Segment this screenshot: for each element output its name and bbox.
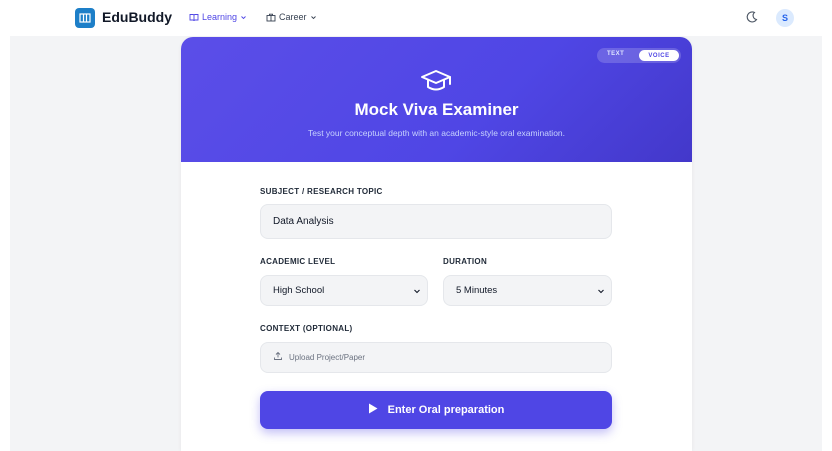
enter-oral-preparation-button[interactable]: Enter Oral preparation bbox=[260, 391, 612, 429]
play-icon bbox=[368, 403, 378, 417]
edubuddy-logo-icon[interactable] bbox=[75, 8, 95, 28]
page-subtitle: Test your conceptual depth with an acade… bbox=[307, 128, 566, 138]
briefcase-icon bbox=[266, 13, 276, 22]
upload-label: Upload Project/Paper bbox=[289, 353, 366, 362]
chevron-down-icon bbox=[310, 14, 317, 21]
context-label: CONTEXT (OPTIONAL) bbox=[260, 324, 353, 333]
academic-level-value: High School bbox=[273, 285, 325, 296]
viva-card: TEXT VOICE Mock Viva Examiner Test your … bbox=[181, 37, 692, 451]
user-avatar[interactable]: S bbox=[776, 9, 794, 27]
academic-level-label: ACADEMIC LEVEL bbox=[260, 257, 336, 266]
nav-learning[interactable]: Learning bbox=[189, 12, 247, 22]
nav-learning-label: Learning bbox=[202, 12, 238, 22]
chevron-down-icon bbox=[597, 287, 605, 295]
graduation-cap-icon bbox=[418, 63, 454, 99]
hero-banner: TEXT VOICE Mock Viva Examiner Test your … bbox=[181, 37, 692, 162]
toggle-text-option[interactable]: TEXT bbox=[607, 51, 624, 57]
book-icon bbox=[189, 13, 199, 22]
toggle-voice-option[interactable]: VOICE bbox=[639, 50, 679, 61]
duration-select[interactable]: 5 Minutes bbox=[443, 275, 612, 306]
page-title: Mock Viva Examiner bbox=[354, 100, 519, 119]
subject-label: SUBJECT / RESEARCH TOPIC bbox=[260, 187, 383, 196]
chevron-down-icon bbox=[413, 287, 421, 295]
top-navigation: EduBuddy Learning Career S bbox=[0, 0, 832, 36]
nav-career-label: Career bbox=[279, 12, 307, 22]
submit-label: Enter Oral preparation bbox=[387, 404, 505, 416]
duration-label: DURATION bbox=[443, 257, 488, 266]
brand-name[interactable]: EduBuddy bbox=[102, 9, 172, 25]
subject-input[interactable]: Data Analysis bbox=[260, 204, 612, 239]
upload-project-button[interactable]: Upload Project/Paper bbox=[260, 342, 612, 373]
moon-icon[interactable] bbox=[745, 10, 759, 24]
upload-icon bbox=[273, 351, 283, 364]
mode-toggle[interactable]: TEXT VOICE bbox=[597, 48, 681, 63]
nav-career[interactable]: Career bbox=[266, 12, 317, 22]
subject-input-value: Data Analysis bbox=[273, 216, 334, 227]
chevron-down-icon bbox=[240, 14, 247, 21]
academic-level-select[interactable]: High School bbox=[260, 275, 428, 306]
duration-value: 5 Minutes bbox=[456, 285, 498, 296]
